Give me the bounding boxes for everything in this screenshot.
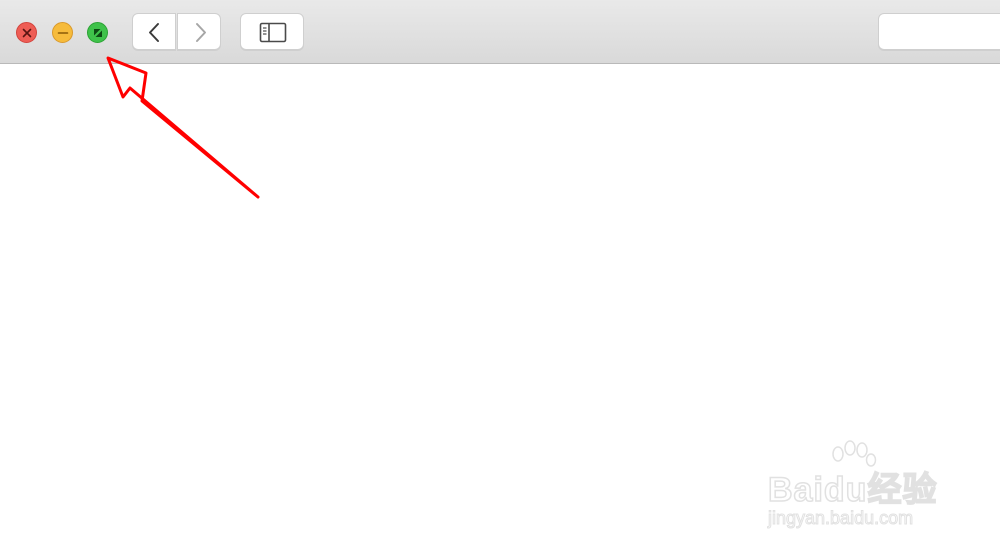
chevron-left-icon <box>149 23 159 42</box>
chevron-right-icon <box>196 23 206 42</box>
sidebar-toggle-icon <box>259 22 287 43</box>
minimize-window-button[interactable] <box>52 22 73 43</box>
sidebar-toggle-button[interactable] <box>240 13 304 50</box>
fullscreen-icon <box>94 29 102 37</box>
title-bar[interactable] <box>0 0 1000 64</box>
watermark-site: jingyan.baidu.com <box>767 508 914 529</box>
close-window-button[interactable] <box>16 22 37 43</box>
close-icon <box>22 28 32 38</box>
back-button[interactable] <box>132 13 176 50</box>
fullscreen-window-button[interactable] <box>87 22 108 43</box>
search-field[interactable] <box>878 13 1000 50</box>
watermark-brand: Baidu经验 <box>767 470 938 510</box>
baidu-watermark: Baidu经验 jingyan.baidu.com <box>760 440 960 540</box>
minimize-icon <box>57 32 69 34</box>
forward-button[interactable] <box>177 13 221 50</box>
app-window: Baidu经验 jingyan.baidu.com <box>0 0 1000 551</box>
